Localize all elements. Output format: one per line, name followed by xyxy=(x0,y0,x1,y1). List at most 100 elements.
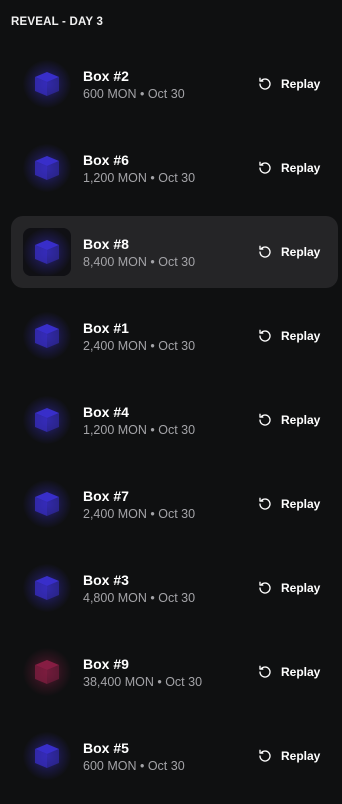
cube-icon xyxy=(35,408,59,432)
box-date: Oct 30 xyxy=(158,507,196,521)
box-amount: 1,200 MON xyxy=(83,423,147,437)
box-meta: 600 MON • Oct 30 xyxy=(83,759,185,773)
replay-button[interactable]: Replay xyxy=(257,577,320,599)
replay-button[interactable]: Replay xyxy=(257,745,320,767)
box-thumbnail xyxy=(23,312,71,360)
replay-button[interactable]: Replay xyxy=(257,493,320,515)
replay-button[interactable]: Replay xyxy=(257,325,320,347)
list-item[interactable]: Box #6 1,200 MON • Oct 30 Replay xyxy=(11,132,338,204)
box-name: Box #2 xyxy=(83,68,129,84)
bullet-separator: • xyxy=(146,507,159,521)
replay-button[interactable]: Replay xyxy=(257,409,320,431)
replay-label: Replay xyxy=(281,749,321,763)
box-date: Oct 30 xyxy=(158,339,196,353)
box-date: Oct 30 xyxy=(147,759,185,773)
box-meta: 8,400 MON • Oct 30 xyxy=(83,255,195,269)
box-meta: 2,400 MON • Oct 30 xyxy=(83,339,195,353)
replay-label: Replay xyxy=(281,161,321,175)
section-title: REVEAL - DAY 3 xyxy=(11,16,104,28)
box-amount: 2,400 MON xyxy=(83,339,147,353)
box-thumbnail xyxy=(23,648,71,696)
cube-icon xyxy=(35,324,59,348)
replay-icon xyxy=(259,413,271,426)
box-name: Box #4 xyxy=(83,404,129,420)
replay-icon xyxy=(259,665,271,678)
box-thumbnail xyxy=(23,60,71,108)
bullet-separator: • xyxy=(136,87,148,101)
bullet-separator: • xyxy=(146,171,159,185)
box-name: Box #5 xyxy=(83,740,129,756)
box-amount: 8,400 MON xyxy=(83,255,147,269)
replay-label: Replay xyxy=(281,77,321,91)
box-meta: 1,200 MON • Oct 30 xyxy=(83,171,195,185)
list-item[interactable]: Box #3 4,800 MON • Oct 30 Replay xyxy=(11,552,338,624)
box-date: Oct 30 xyxy=(158,255,196,269)
replay-label: Replay xyxy=(281,665,321,679)
list-item[interactable]: Box #4 1,200 MON • Oct 30 Replay xyxy=(11,384,338,456)
replay-label: Replay xyxy=(281,497,321,511)
cube-icon xyxy=(35,576,59,600)
replay-button[interactable]: Replay xyxy=(257,241,320,263)
box-amount: 600 MON xyxy=(83,87,137,101)
cube-icon xyxy=(35,72,59,96)
replay-button[interactable]: Replay xyxy=(257,73,320,95)
box-thumbnail xyxy=(23,480,71,528)
replay-icon xyxy=(259,77,271,90)
cube-icon xyxy=(35,744,59,768)
box-date: Oct 30 xyxy=(147,87,185,101)
replay-label: Replay xyxy=(281,245,321,259)
list-item[interactable]: Box #1 2,400 MON • Oct 30 Replay xyxy=(11,300,338,372)
replay-button[interactable]: Replay xyxy=(257,157,320,179)
box-date: Oct 30 xyxy=(165,675,203,689)
box-amount: 1,200 MON xyxy=(83,171,147,185)
box-name: Box #8 xyxy=(83,236,129,252)
box-date: Oct 30 xyxy=(158,423,196,437)
box-amount: 38,400 MON xyxy=(83,675,154,689)
box-name: Box #9 xyxy=(83,656,129,672)
replay-icon xyxy=(259,329,271,342)
replay-icon xyxy=(259,161,271,174)
replay-label: Replay xyxy=(281,581,321,595)
box-amount: 4,800 MON xyxy=(83,591,147,605)
cube-icon xyxy=(35,660,59,684)
bullet-separator: • xyxy=(146,423,159,437)
replay-button[interactable]: Replay xyxy=(257,661,320,683)
box-meta: 1,200 MON • Oct 30 xyxy=(83,423,195,437)
replay-label: Replay xyxy=(281,329,321,343)
bullet-separator: • xyxy=(146,339,159,353)
box-thumbnail xyxy=(23,564,71,612)
box-meta: 2,400 MON • Oct 30 xyxy=(83,507,195,521)
bullet-separator: • xyxy=(136,759,148,773)
cube-icon xyxy=(35,156,59,180)
box-date: Oct 30 xyxy=(158,171,196,185)
box-date: Oct 30 xyxy=(158,591,196,605)
list-item[interactable]: Box #8 8,400 MON • Oct 30 Replay xyxy=(11,216,338,288)
replay-icon xyxy=(259,749,271,762)
list-item[interactable]: Box #2 600 MON • Oct 30 Replay xyxy=(11,48,338,120)
box-name: Box #7 xyxy=(83,488,129,504)
box-thumbnail xyxy=(23,396,71,444)
box-thumbnail xyxy=(23,144,71,192)
replay-icon xyxy=(259,245,271,258)
box-meta: 600 MON • Oct 30 xyxy=(83,87,185,101)
list-item[interactable]: Box #5 600 MON • Oct 30 Replay xyxy=(11,720,338,792)
bullet-separator: • xyxy=(146,255,159,269)
list-item[interactable]: Box #9 38,400 MON • Oct 30 Replay xyxy=(11,636,338,708)
cube-icon xyxy=(35,240,59,264)
replay-label: Replay xyxy=(281,413,321,427)
box-name: Box #6 xyxy=(83,152,129,168)
replay-icon xyxy=(259,581,271,594)
list-item[interactable]: Box #7 2,400 MON • Oct 30 Replay xyxy=(11,468,338,540)
box-name: Box #3 xyxy=(83,572,129,588)
box-amount: 600 MON xyxy=(83,759,137,773)
box-amount: 2,400 MON xyxy=(83,507,147,521)
box-meta: 38,400 MON • Oct 30 xyxy=(83,675,202,689)
cube-icon xyxy=(35,492,59,516)
bullet-separator: • xyxy=(146,591,159,605)
box-meta: 4,800 MON • Oct 30 xyxy=(83,591,195,605)
box-thumbnail xyxy=(23,228,71,276)
box-name: Box #1 xyxy=(83,320,129,336)
bullet-separator: • xyxy=(153,675,166,689)
reveal-list: Box #2 600 MON • Oct 30 Replay Box #6 1,200 … xyxy=(11,48,338,804)
replay-icon xyxy=(259,497,271,510)
